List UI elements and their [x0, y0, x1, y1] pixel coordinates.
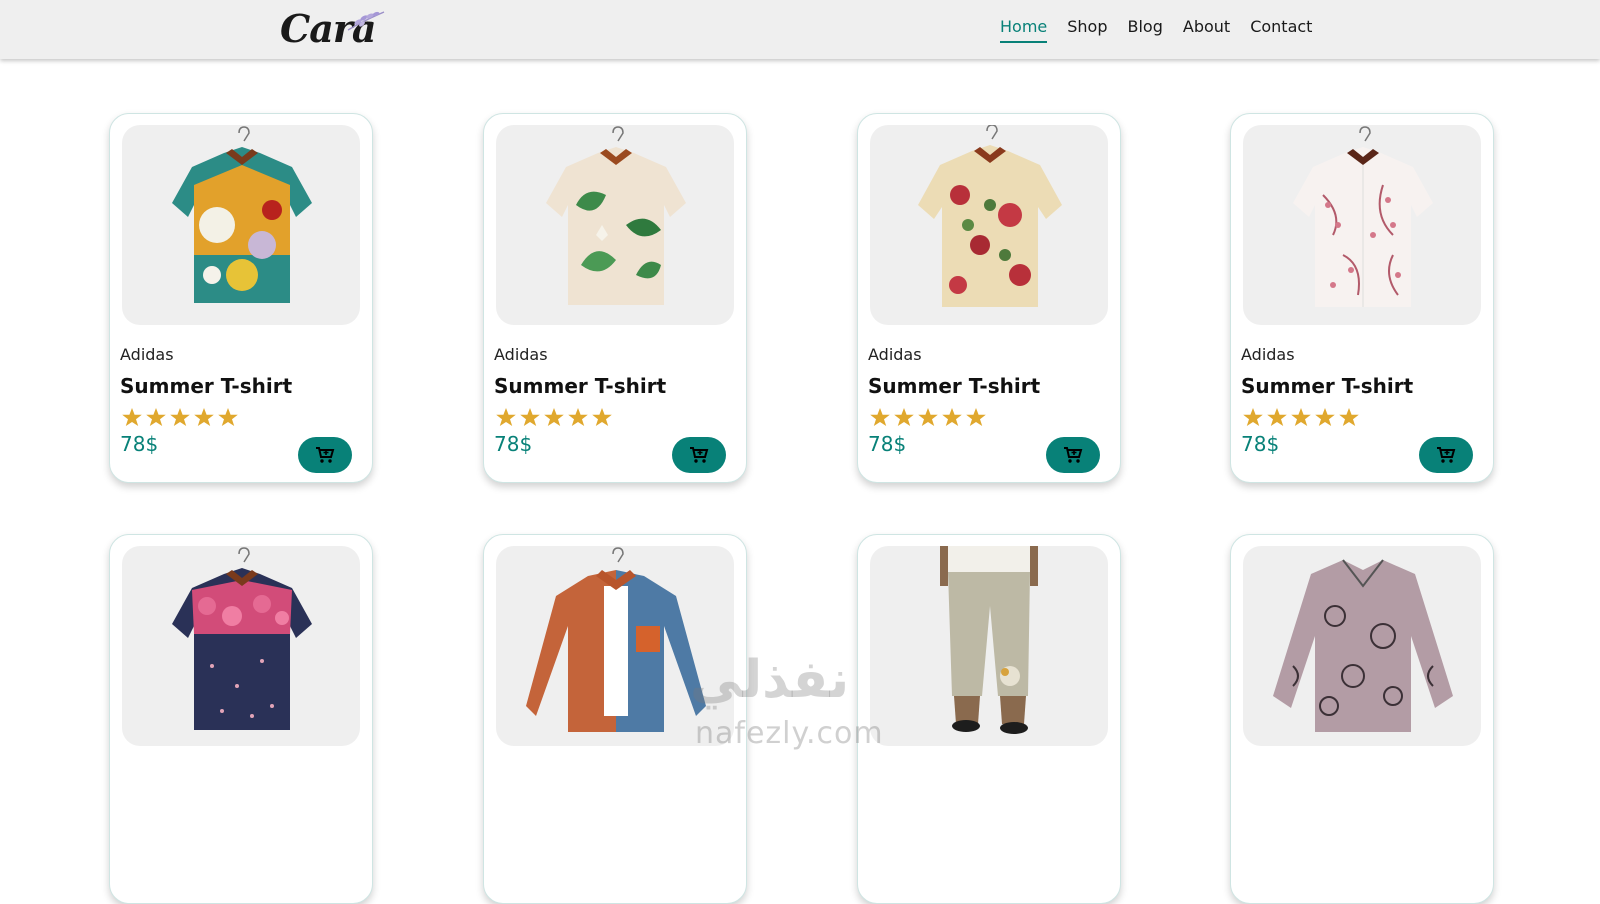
star-icon: [870, 408, 890, 426]
product-rating: [1241, 406, 1361, 428]
product-card[interactable]: Adidas Summer T-shirt 78$: [857, 113, 1121, 483]
pants-image: [940, 546, 1038, 734]
product-name: Summer T-shirt: [120, 374, 293, 398]
star-icon: [122, 408, 142, 426]
product-image[interactable]: [870, 125, 1108, 325]
product-image[interactable]: [496, 546, 734, 746]
star-icon: [592, 408, 612, 426]
product-grid: Adidas Summer T-shirt 78$ Adidas Summer …: [0, 0, 1600, 904]
shirt-image: [1293, 126, 1433, 307]
product-image[interactable]: [122, 125, 360, 325]
product-card[interactable]: [483, 534, 747, 904]
product-name: Summer T-shirt: [1241, 374, 1414, 398]
product-price: 78$: [494, 432, 533, 456]
product-rating: [868, 406, 988, 428]
cart-icon: [1064, 447, 1083, 463]
star-icon: [520, 408, 540, 426]
star-icon: [942, 408, 962, 426]
star-icon: [146, 408, 166, 426]
add-to-cart-button[interactable]: [298, 437, 352, 473]
star-icon: [1267, 408, 1287, 426]
shirt-image: [526, 547, 706, 732]
product-name: Summer T-shirt: [868, 374, 1041, 398]
product-card[interactable]: Adidas Summer T-shirt 78$: [483, 113, 747, 483]
shirt-image: [172, 126, 312, 303]
star-icon: [1291, 408, 1311, 426]
add-to-cart-button[interactable]: [672, 437, 726, 473]
star-icon: [544, 408, 564, 426]
star-icon: [218, 408, 238, 426]
product-card[interactable]: Adidas Summer T-shirt 78$: [109, 113, 373, 483]
product-card[interactable]: Adidas Summer T-shirt 78$: [1230, 113, 1494, 483]
cart-icon: [316, 447, 335, 463]
product-image[interactable]: [122, 546, 360, 746]
product-image[interactable]: [870, 546, 1108, 746]
star-icon: [1243, 408, 1263, 426]
add-to-cart-button[interactable]: [1046, 437, 1100, 473]
product-brand: Adidas: [868, 345, 922, 364]
product-price: 78$: [868, 432, 907, 456]
star-icon: [170, 408, 190, 426]
blouse-image: [1273, 559, 1453, 732]
star-icon: [966, 408, 986, 426]
product-name: Summer T-shirt: [494, 374, 667, 398]
shirt-image: [918, 125, 1062, 307]
product-brand: Adidas: [120, 345, 174, 364]
product-image[interactable]: [496, 125, 734, 325]
star-icon: [1315, 408, 1335, 426]
product-image[interactable]: [1243, 125, 1481, 325]
cart-icon: [1437, 447, 1456, 463]
product-price: 78$: [120, 432, 159, 456]
star-icon: [194, 408, 214, 426]
product-brand: Adidas: [494, 345, 548, 364]
product-rating: [494, 406, 614, 428]
product-rating: [120, 406, 240, 428]
product-card[interactable]: [1230, 534, 1494, 904]
add-to-cart-button[interactable]: [1419, 437, 1473, 473]
shirt-image: [172, 547, 312, 730]
product-card[interactable]: [109, 534, 373, 904]
product-price: 78$: [1241, 432, 1280, 456]
star-icon: [496, 408, 516, 426]
shirt-image: [546, 126, 686, 305]
product-image[interactable]: [1243, 546, 1481, 746]
cart-icon: [690, 447, 709, 463]
star-icon: [1339, 408, 1359, 426]
star-icon: [894, 408, 914, 426]
product-card[interactable]: [857, 534, 1121, 904]
product-brand: Adidas: [1241, 345, 1295, 364]
star-icon: [568, 408, 588, 426]
star-icon: [918, 408, 938, 426]
